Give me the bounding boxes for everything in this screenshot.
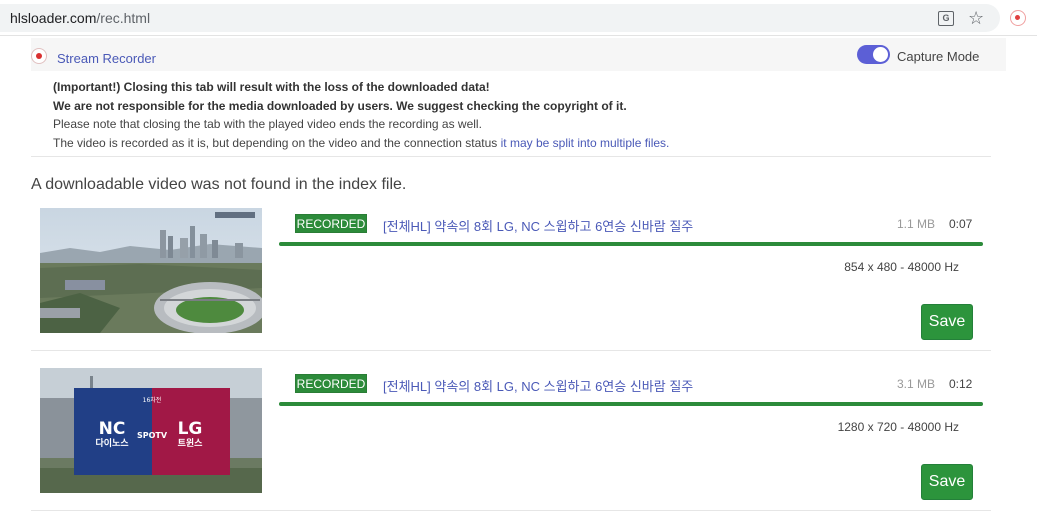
status-message: A downloadable video was not found in th… xyxy=(31,176,407,193)
resolution-info: 1280 x 720 - 48000 Hz xyxy=(837,420,959,434)
recording-row: 16차전 NC 다이노스 SPOTV LG 트윈스 RECORDED [전체HL… xyxy=(31,360,991,520)
recording-progress-bar xyxy=(279,402,983,406)
progress-fill xyxy=(279,242,983,246)
video-title-link[interactable]: [전체HL] 약속의 8회 LG, NC 스윕하고 6연승 신바람 질주 xyxy=(383,376,693,395)
divider xyxy=(31,510,991,511)
notice-split: The video is recorded as it is, but depe… xyxy=(53,134,669,153)
bookmark-star-icon[interactable]: ☆ xyxy=(968,8,984,28)
notice-block: (Important!) Closing this tab will resul… xyxy=(53,78,669,152)
notice-tab-close: Please note that closing the tab with th… xyxy=(53,117,482,131)
notice-important: (Important!) Closing this tab will resul… xyxy=(53,80,490,94)
address-bar[interactable]: hlsloader.com/rec.html G ☆ xyxy=(0,4,1000,32)
save-button[interactable]: Save xyxy=(921,304,973,340)
split-files-link[interactable]: it may be split into multiple files. xyxy=(501,136,670,150)
thumb-team-right-sub: 트윈스 xyxy=(178,437,204,449)
url-text[interactable]: hlsloader.com/rec.html xyxy=(10,10,150,26)
capture-mode-toggle[interactable] xyxy=(857,45,890,64)
recording-row: RECORDED [전체HL] 약속의 8회 LG, NC 스윕하고 6연승 신… xyxy=(31,200,991,360)
url-host: hlsloader.com xyxy=(10,10,97,26)
thumb-center: SPOTV xyxy=(137,431,168,440)
video-title-link[interactable]: [전체HL] 약속의 8회 LG, NC 스윕하고 6연승 신바람 질주 xyxy=(383,216,693,235)
duration: 0:07 xyxy=(949,217,973,231)
recording-progress-bar xyxy=(279,242,983,246)
video-thumbnail xyxy=(40,208,262,333)
video-thumbnail: 16차전 NC 다이노스 SPOTV LG 트윈스 xyxy=(40,368,262,493)
status-badge: RECORDED xyxy=(295,374,367,393)
progress-fill xyxy=(279,402,983,406)
browser-toolbar: hlsloader.com/rec.html G ☆ xyxy=(0,0,1037,36)
capture-mode-label: Capture Mode xyxy=(897,49,980,64)
resolution-info: 854 x 480 - 48000 Hz xyxy=(844,260,959,274)
file-size: 1.1 MB xyxy=(896,217,935,231)
save-button[interactable]: Save xyxy=(921,464,973,500)
thumb-team-left: NC xyxy=(99,419,126,439)
duration: 0:12 xyxy=(949,377,973,391)
notice-disclaimer: We are not responsible for the media dow… xyxy=(53,98,627,113)
status-badge: RECORDED xyxy=(295,214,367,233)
extension-record-icon[interactable] xyxy=(1010,10,1026,26)
thumb-team-left-sub: 다이노스 xyxy=(95,437,129,449)
translate-icon[interactable]: G xyxy=(938,11,954,26)
app-title[interactable]: Stream Recorder xyxy=(57,51,156,66)
app-header: Stream Recorder Capture Mode xyxy=(31,38,1006,71)
notice-split-text: The video is recorded as it is, but depe… xyxy=(53,135,501,150)
record-logo-icon xyxy=(31,48,47,64)
url-path: /rec.html xyxy=(96,10,151,26)
svg-text:16차전: 16차전 xyxy=(143,396,162,404)
divider xyxy=(31,350,991,351)
divider xyxy=(31,156,991,157)
file-size: 3.1 MB xyxy=(896,377,935,391)
thumb-team-right: LG xyxy=(178,419,203,439)
